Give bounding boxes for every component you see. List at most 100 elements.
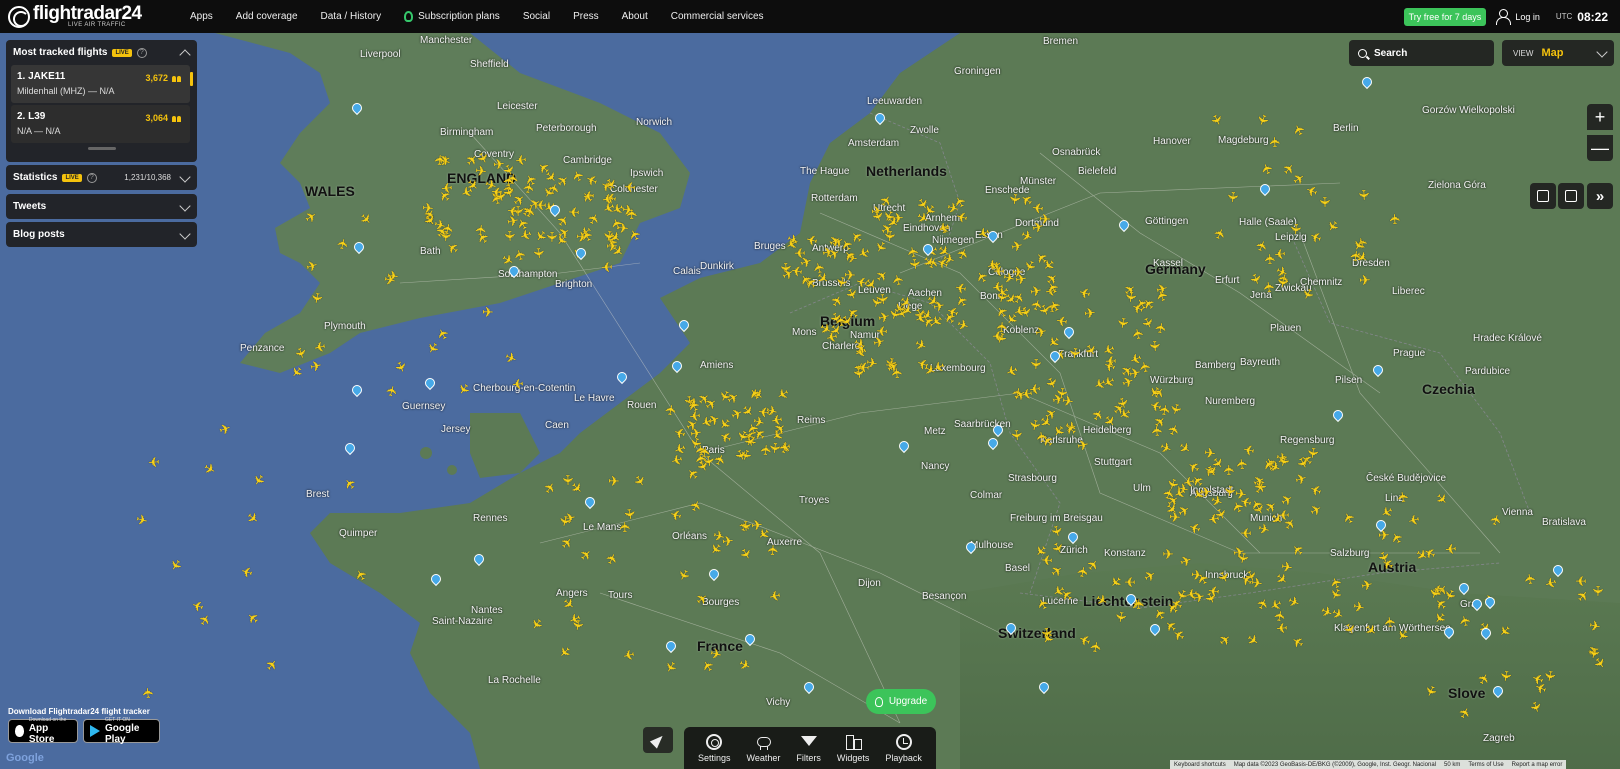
app-store-button[interactable]: Download on the App Store [8,717,78,745]
aircraft-icon[interactable]: ✈ [1162,547,1174,561]
aircraft-icon[interactable]: ✈ [308,357,323,375]
airport-pin-icon[interactable] [617,372,625,382]
aircraft-icon[interactable]: ✈ [556,514,574,529]
airport-pin-icon[interactable] [709,569,717,579]
airport-pin-icon[interactable] [474,554,482,564]
terms-link[interactable]: Terms of Use [1468,762,1503,768]
aircraft-icon[interactable]: ✈ [1207,582,1221,599]
airport-pin-icon[interactable] [1553,565,1561,575]
airport-pin-icon[interactable] [993,425,1001,435]
nav-apps[interactable]: Apps [190,11,213,22]
statistics-header[interactable]: Statistics LIVE ? 1,231/10,368 [6,165,197,190]
airport-pin-icon[interactable] [1119,220,1127,230]
airport-pin-icon[interactable] [576,248,584,258]
most-tracked-header[interactable]: Most tracked flights LIVE ? [6,40,197,65]
aircraft-icon[interactable]: ✈ [1152,320,1170,335]
airport-pin-icon[interactable] [1376,520,1384,530]
aircraft-icon[interactable]: ✈ [1206,510,1220,528]
aircraft-icon[interactable]: ✈ [757,443,774,456]
aircraft-icon[interactable]: ✈ [382,271,397,289]
tweets-header[interactable]: Tweets [6,194,197,219]
airport-pin-icon[interactable] [550,205,558,215]
aircraft-icon[interactable]: ✈ [1147,340,1164,353]
chevron-down-icon[interactable] [179,228,191,240]
aircraft-icon[interactable]: ✈ [1274,275,1291,289]
airport-pin-icon[interactable] [666,641,674,651]
aircraft-icon[interactable]: ✈ [1060,392,1074,410]
aircraft-icon[interactable]: ✈ [1012,264,1024,280]
help-icon[interactable]: ? [136,47,147,58]
aircraft-icon[interactable]: ✈ [606,238,618,254]
aircraft-icon[interactable]: ✈ [567,204,580,221]
airport-pin-icon[interactable] [988,438,996,448]
upgrade-button[interactable]: Upgrade [866,689,936,714]
aircraft-icon[interactable]: ✈ [1122,290,1139,304]
aircraft-icon[interactable]: ✈ [431,153,448,166]
airport-pin-icon[interactable] [345,443,353,453]
airport-pin-icon[interactable] [1481,628,1489,638]
aircraft-icon[interactable]: ✈ [513,151,527,168]
aircraft-icon[interactable]: ✈ [1112,610,1130,624]
aircraft-icon[interactable]: ✈ [874,293,891,306]
aircraft-icon[interactable]: ✈ [620,507,638,521]
settings-button[interactable]: Settings [698,733,731,763]
aircraft-icon[interactable]: ✈ [931,297,946,315]
aircraft-icon[interactable]: ✈ [492,155,505,172]
aircraft-icon[interactable]: ✈ [383,383,401,398]
aircraft-icon[interactable]: ✈ [1590,585,1606,597]
aircraft-icon[interactable]: ✈ [1114,316,1132,330]
airport-pin-icon[interactable] [923,244,931,254]
airport-pin-icon[interactable] [425,378,433,388]
aircraft-icon[interactable]: ✈ [1275,620,1288,637]
airport-pin-icon[interactable] [1362,77,1370,87]
tweets-panel[interactable]: Tweets [6,194,197,219]
aircraft-icon[interactable]: ✈ [312,338,327,356]
aircraft-icon[interactable]: ✈ [1274,246,1288,263]
zoom-out-button[interactable]: — [1587,135,1613,161]
aircraft-icon[interactable]: ✈ [1288,223,1305,236]
airport-pin-icon[interactable] [875,113,883,123]
nav-about[interactable]: About [622,11,648,22]
blog-panel[interactable]: Blog posts [6,222,197,247]
chevron-down-icon[interactable] [179,171,191,183]
aircraft-icon[interactable]: ✈ [1124,574,1136,590]
aircraft-icon[interactable]: ✈ [607,473,619,489]
airport-pin-icon[interactable] [1126,594,1134,604]
help-icon[interactable]: ? [86,172,97,183]
aircraft-icon[interactable]: ✈ [662,402,680,417]
airport-pin-icon[interactable] [1150,624,1158,634]
aircraft-icon[interactable]: ✈ [617,521,633,533]
nav-commercial-services[interactable]: Commercial services [671,11,764,22]
aircraft-icon[interactable]: ✈ [992,328,1004,344]
try-free-button[interactable]: Try free for 7 days [1403,7,1487,26]
airport-pin-icon[interactable] [899,441,907,451]
aircraft-icon[interactable]: ✈ [857,359,871,376]
chevron-up-icon[interactable] [179,49,191,61]
widget-toggle-button[interactable] [1530,183,1556,209]
screen-toggle-button[interactable] [1558,183,1584,209]
locate-me-button[interactable] [643,727,673,753]
airport-pin-icon[interactable] [745,634,753,644]
airport-pin-icon[interactable] [585,497,593,507]
airport-pin-icon[interactable] [1050,351,1058,361]
aircraft-icon[interactable]: ✈ [139,686,156,699]
weather-button[interactable]: Weather [747,734,780,763]
airport-pin-icon[interactable] [1333,410,1341,420]
airport-pin-icon[interactable] [509,266,517,276]
aircraft-icon[interactable]: ✈ [1008,428,1025,441]
airport-pin-icon[interactable] [1444,627,1452,637]
nav-press[interactable]: Press [573,11,599,22]
google-play-button[interactable]: GET IT ON Google Play [83,717,160,745]
flight-map[interactable]: WALES ENGLAND Netherlands Belgium France… [0,33,1620,769]
panel-resize-handle[interactable] [87,147,116,150]
aircraft-icon[interactable]: ✈ [421,200,434,217]
nav-subscription-plans[interactable]: Subscription plans [404,11,500,22]
aircraft-icon[interactable]: ✈ [308,290,326,305]
aircraft-icon[interactable]: ✈ [147,453,160,470]
aircraft-icon[interactable]: ✈ [1498,669,1516,683]
aircraft-icon[interactable]: ✈ [511,375,524,392]
aircraft-icon[interactable]: ✈ [1075,436,1090,454]
aircraft-icon[interactable]: ✈ [1382,615,1399,629]
filters-button[interactable]: Filters [796,734,821,763]
aircraft-icon[interactable]: ✈ [531,246,548,259]
